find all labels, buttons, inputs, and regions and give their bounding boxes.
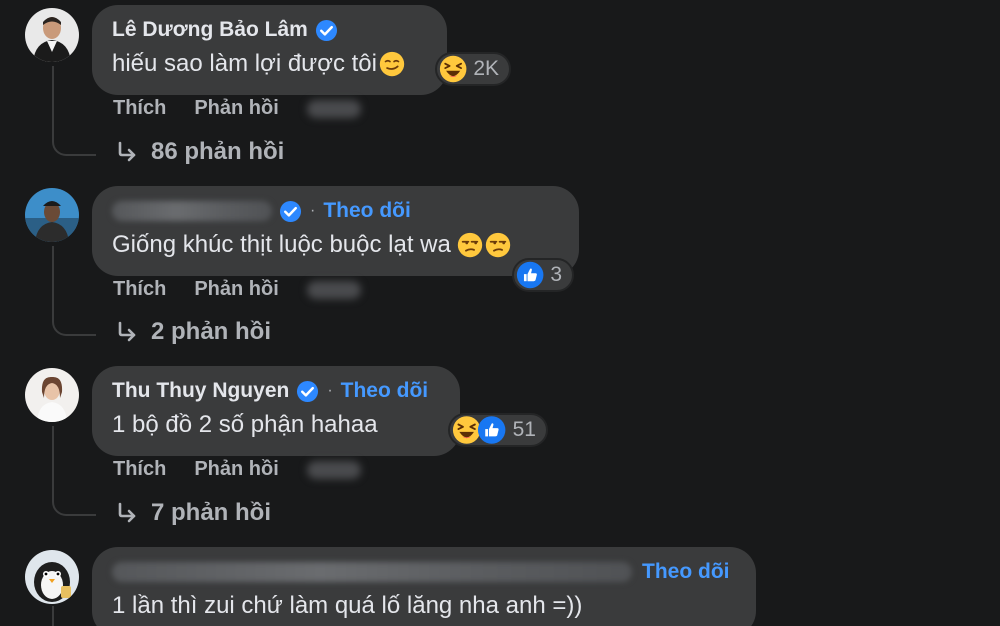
thread-connector <box>52 426 96 516</box>
thread-connector <box>52 66 96 156</box>
like-emoji-icon <box>516 259 544 291</box>
timestamp[interactable] <box>306 460 361 479</box>
separator-dot: · <box>327 382 333 399</box>
like-button[interactable]: Thích <box>113 278 166 301</box>
view-replies-link[interactable]: 2 phản hồi <box>115 318 271 346</box>
comment-actions: Thích Phản hồi <box>113 458 361 481</box>
thread-connector <box>52 246 96 336</box>
unamused-emoji-icon <box>457 232 483 258</box>
reply-arrow-icon <box>118 502 136 523</box>
unamused-emoji-icon <box>485 232 511 258</box>
reaction-summary[interactable]: 51 <box>448 413 548 447</box>
like-button[interactable]: Thích <box>113 458 166 481</box>
timestamp[interactable] <box>306 280 361 299</box>
comment-author-redacted[interactable] <box>112 201 272 221</box>
reaction-count: 3 <box>550 263 562 286</box>
comment-text: 1 bộ đồ 2 số phận hahaa <box>112 411 378 438</box>
comment-author-redacted[interactable] <box>112 562 632 582</box>
view-replies-link[interactable]: 7 phản hồi <box>115 499 271 527</box>
comment-actions: Thích Phản hồi <box>113 278 361 301</box>
replies-count: 7 phản hồi <box>151 499 271 526</box>
verified-badge-icon <box>296 380 319 403</box>
verified-badge-icon <box>279 200 302 223</box>
reply-arrow-icon <box>118 141 136 162</box>
reaction-count: 2K <box>473 57 499 80</box>
comment-bubble: Thu Thuy Nguyen · Theo dõi 1 bộ đồ 2 số … <box>92 366 460 456</box>
smirk-emoji-icon <box>379 51 405 77</box>
reaction-summary[interactable]: 2K <box>435 52 511 86</box>
comment-text: hiếu sao làm lợi được tôi <box>112 50 377 77</box>
replies-count: 86 phản hồi <box>151 138 285 165</box>
reply-arrow-icon <box>118 321 136 342</box>
like-button[interactable]: Thích <box>113 97 166 120</box>
avatar[interactable] <box>25 368 79 422</box>
comment-author[interactable]: Thu Thuy Nguyen <box>112 379 289 403</box>
timestamp[interactable] <box>306 99 361 118</box>
comment-author[interactable]: Lê Dương Bảo Lâm <box>112 18 308 42</box>
laughing-emoji-icon <box>439 53 467 85</box>
verified-badge-icon <box>315 19 338 42</box>
reply-button[interactable]: Phản hồi <box>194 458 278 481</box>
thread-connector <box>52 606 96 626</box>
comment-bubble: Lê Dương Bảo Lâm hiếu sao làm lợi được t… <box>92 5 447 95</box>
follow-button[interactable]: Theo dõi <box>341 379 429 403</box>
reaction-count: 51 <box>512 418 536 441</box>
replies-count: 2 phản hồi <box>151 318 271 345</box>
reply-button[interactable]: Phản hồi <box>194 278 278 301</box>
comment-bubble: · Theo dõi Giống khúc thịt luộc buộc lạt… <box>92 186 579 276</box>
comments-thread: Lê Dương Bảo Lâm hiếu sao làm lợi được t… <box>0 0 1000 626</box>
comment-actions: Thích Phản hồi <box>113 97 361 120</box>
separator-dot: · <box>310 202 316 219</box>
avatar[interactable] <box>25 188 79 242</box>
reply-button[interactable]: Phản hồi <box>194 97 278 120</box>
avatar[interactable] <box>25 550 79 604</box>
comment-bubble: Theo dõi 1 lần thì zui chứ làm quá lố lă… <box>92 547 756 626</box>
follow-button[interactable]: Theo dõi <box>642 560 730 584</box>
like-emoji-icon <box>477 414 506 446</box>
follow-button[interactable]: Theo dõi <box>323 199 411 223</box>
comment-text: Giống khúc thịt luộc buộc lạt wa <box>112 231 451 258</box>
reaction-summary[interactable]: 3 <box>512 258 574 292</box>
avatar[interactable] <box>25 8 79 62</box>
comment-text: 1 lần thì zui chứ làm quá lố lăng nha an… <box>112 592 583 619</box>
view-replies-link[interactable]: 86 phản hồi <box>115 138 284 166</box>
